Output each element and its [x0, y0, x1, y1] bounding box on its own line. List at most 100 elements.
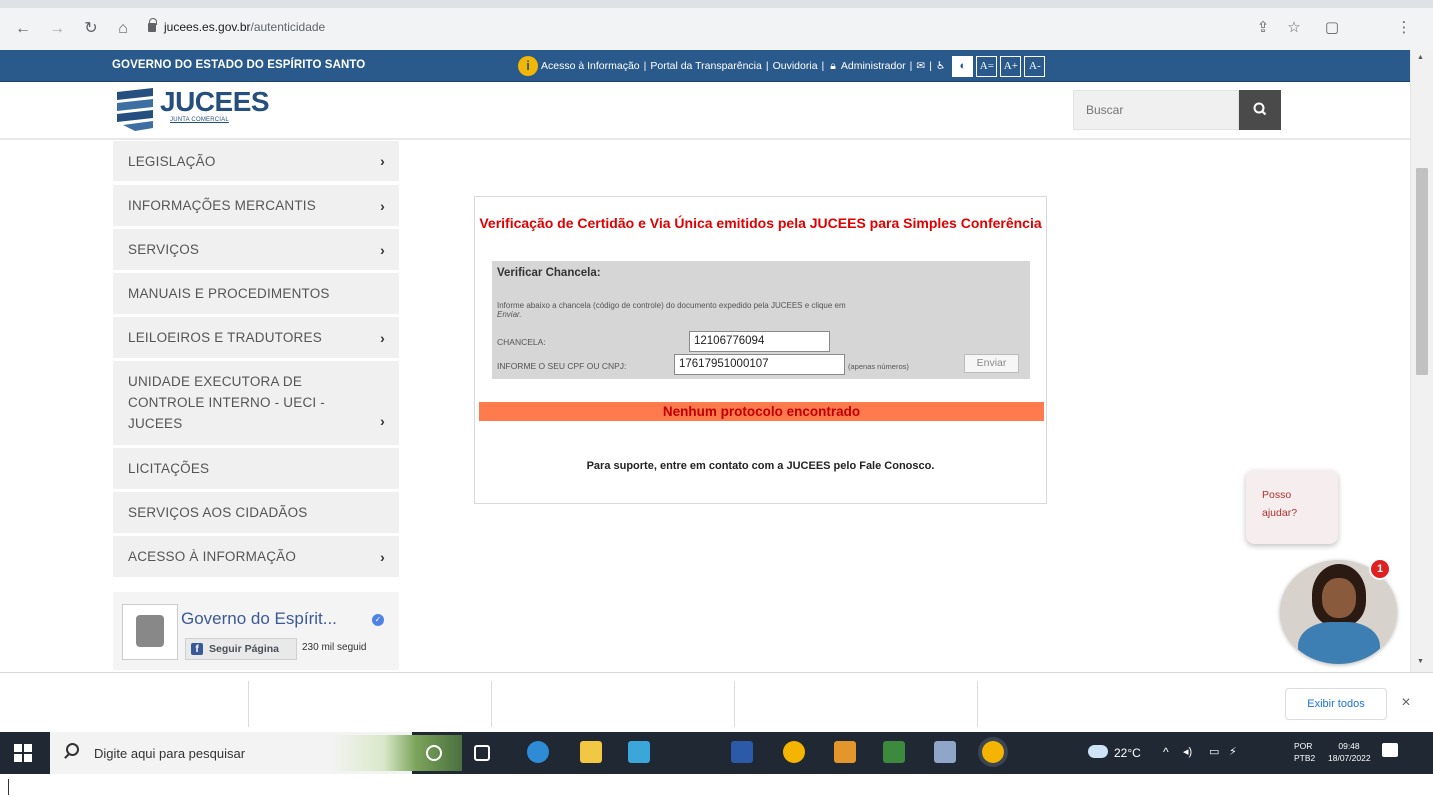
submit-button[interactable]: Enviar [964, 354, 1019, 373]
separator: | [765, 60, 769, 72]
speaker-icon[interactable]: ◂) [1183, 746, 1192, 758]
notification-badge[interactable]: 1 [1369, 558, 1391, 580]
facebook-page-name[interactable]: Governo do Espírit... [181, 609, 337, 629]
sidebar-item-acesso-informacao[interactable]: ACESSO À INFORMAÇÃO › [113, 536, 399, 577]
follow-page-button[interactable]: f Seguir Página [185, 638, 297, 660]
excel-icon[interactable] [883, 741, 905, 763]
scroll-up-arrow-icon[interactable]: ▲ [1417, 54, 1424, 61]
sidebar-item-label: LEGISLAÇÃO [128, 153, 216, 169]
sidebar-item-ueci[interactable]: UNIDADE EXECUTORA DE CONTROLE INTERNO - … [113, 361, 399, 445]
verification-panel: Verificação de Certidão e Via Única emit… [474, 196, 1047, 504]
font-decrease-button[interactable]: A- [1024, 55, 1046, 77]
instructions-text: Informe abaixo a chancela (código de con… [497, 301, 846, 310]
sidebar-item-licitacoes[interactable]: LICITAÇÕES [113, 448, 399, 489]
network-icon[interactable]: ▭ [1209, 746, 1219, 758]
sidebar-item-servicos[interactable]: SERVIÇOS › [113, 229, 399, 270]
bookmark-star-icon[interactable]: ☆ [1284, 18, 1304, 38]
weather-cloud-icon[interactable] [1088, 745, 1108, 758]
verification-form: Verificar Chancela: Informe abaixo a cha… [492, 261, 1030, 379]
chevron-right-icon: › [380, 153, 385, 169]
temperature[interactable]: 22°C [1114, 747, 1141, 759]
jucees-logo-icon[interactable] [115, 86, 155, 132]
sidebar-item-label: SERVIÇOS [128, 242, 200, 257]
menu-kebab-icon[interactable]: ⋮ [1394, 18, 1414, 38]
reload-icon[interactable]: ↻ [80, 18, 102, 40]
padlock-icon: 🔒︎ [830, 59, 836, 72]
scroll-thumb[interactable] [1416, 168, 1428, 375]
clock-date: 18/07/2022 [1328, 753, 1371, 763]
language-code: POR [1294, 741, 1313, 751]
scroll-down-arrow-icon[interactable]: ▼ [1417, 658, 1424, 665]
font-increase-button[interactable]: A+ [1000, 55, 1022, 77]
action-center-icon[interactable] [1382, 743, 1398, 757]
chancela-input[interactable]: 12106776094 [689, 331, 830, 352]
separator: | [909, 60, 913, 72]
sidebar-item-label: SERVIÇOS AOS CIDADÃOS [128, 505, 308, 520]
lock-icon[interactable] [148, 18, 157, 32]
sidebar-item-leiloeiros[interactable]: LEILOEIROS E TRADUTORES › [113, 317, 399, 358]
address-bar[interactable]: jucees.es.gov.br/autenticidade [164, 20, 325, 34]
home-icon[interactable]: ⌂ [112, 18, 134, 40]
share-icon[interactable]: ⇪ [1253, 18, 1273, 38]
word-icon[interactable] [731, 741, 753, 763]
accessibility-icon[interactable]: ♿︎ [936, 60, 945, 72]
link-transparency[interactable]: Portal da Transparência [650, 60, 761, 72]
tab-search-icon[interactable]: ▢ [1322, 18, 1342, 38]
panel-title: Verificação de Certidão e Via Única emit… [479, 215, 1042, 231]
logo-text[interactable]: JUCEES [160, 86, 270, 118]
form-instructions: Informe abaixo a chancela (código de con… [497, 301, 1017, 319]
facebook-page-widget: Governo do Espírit... ✓ f Seguir Página … [113, 592, 399, 670]
chat-bubble-text: Posso ajudar? [1262, 486, 1322, 522]
support-text: Para suporte, entre em contato com a JUC… [586, 460, 935, 472]
search-input[interactable] [1073, 90, 1239, 130]
settings-app-icon[interactable] [934, 741, 956, 763]
government-crest-avatar[interactable] [122, 604, 178, 660]
calendar-app-icon[interactable] [628, 741, 650, 763]
mail-icon[interactable]: ✉ [916, 60, 925, 72]
windows-start-icon[interactable] [14, 744, 32, 762]
sidebar-item-label: MANUAIS E PROCEDIMENTOS [128, 286, 330, 301]
language-indicator[interactable]: POR PTB2 [1294, 740, 1315, 764]
show-all-button[interactable]: Exibir todos [1285, 688, 1387, 720]
chrome-active-icon[interactable] [982, 741, 1004, 763]
download-separator [977, 681, 978, 727]
cpf-cnpj-input[interactable]: 17617951000107 [674, 354, 845, 375]
cortana-icon[interactable] [426, 745, 442, 761]
separator: | [821, 60, 825, 72]
task-view-icon[interactable] [474, 745, 490, 761]
sidebar-item-manuais[interactable]: MANUAIS E PROCEDIMENTOS [113, 273, 399, 314]
close-icon[interactable]: × [1397, 692, 1415, 714]
back-arrow-icon[interactable]: ← [12, 18, 34, 40]
link-ombudsman[interactable]: Ouvidoria [773, 60, 818, 72]
sidebar-item-legislacao[interactable]: LEGISLAÇÃO › [113, 141, 399, 181]
sidebar-item-servicos-cidadaos[interactable]: SERVIÇOS AOS CIDADÃOS [113, 492, 399, 533]
search-button[interactable] [1239, 90, 1281, 130]
bottom-margin [0, 774, 1433, 800]
font-reset-button[interactable]: A= [976, 55, 998, 77]
chat-bubble[interactable]: Posso ajudar? [1246, 470, 1338, 544]
page-scrollbar[interactable]: ▲ ▼ [1410, 50, 1433, 672]
clock[interactable]: 09:48 18/07/2022 [1328, 740, 1371, 764]
file-explorer-icon[interactable] [580, 741, 602, 763]
chrome-icon[interactable] [783, 741, 805, 763]
battery-icon[interactable]: ⚡ [1229, 746, 1237, 758]
followers-count: 230 mil seguid [302, 642, 367, 653]
sidebar-item-informacoes-mercantis[interactable]: INFORMAÇÕES MERCANTIS › [113, 185, 399, 226]
show-hidden-icons-icon[interactable]: ^ [1163, 746, 1169, 758]
url-path: /autenticidade [250, 20, 326, 34]
media-app-icon[interactable] [834, 741, 856, 763]
sidebar-item-label: UNIDADE EXECUTORA DE CONTROLE INTERNO - … [128, 374, 326, 431]
avatar-body [1298, 622, 1380, 664]
sidebar-item-label: INFORMAÇÕES MERCANTIS [128, 198, 316, 213]
link-access-info[interactable]: Acesso à Informação [541, 60, 640, 72]
search-icon [1253, 102, 1267, 116]
avatar-face [1322, 578, 1356, 618]
link-admin[interactable]: Administrador [841, 60, 906, 72]
sidebar-item-label: ACESSO À INFORMAÇÃO [128, 549, 297, 564]
contrast-button[interactable]: ◐ [952, 55, 974, 77]
taskbar-search-box[interactable]: Digite aqui para pesquisar [50, 732, 462, 774]
url-domain: jucees.es.gov.br [164, 20, 251, 34]
edge-browser-icon[interactable] [527, 741, 549, 763]
forward-arrow-icon[interactable]: → [46, 18, 68, 40]
taskbar-search-placeholder: Digite aqui para pesquisar [94, 746, 246, 761]
